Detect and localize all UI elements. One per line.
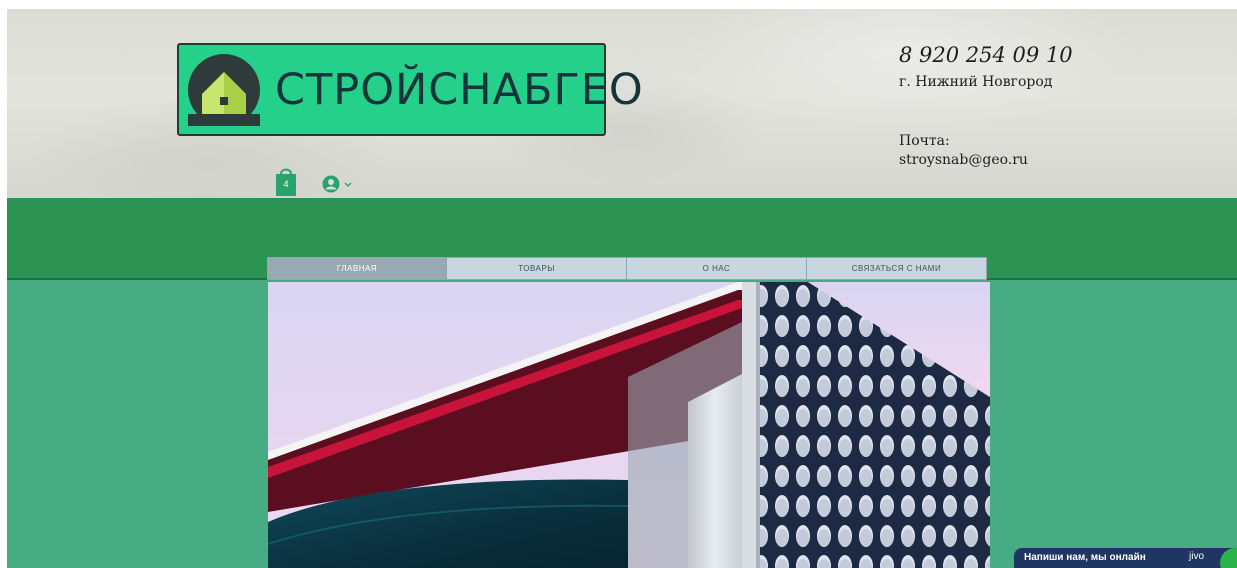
logo-text: СТРОЙСНАБГЕО — [275, 65, 644, 115]
email-address[interactable]: stroysnab@geo.ru — [899, 152, 1028, 168]
chat-widget-text: Напиши нам, мы онлайн — [1024, 552, 1146, 563]
chat-status-icon — [1220, 548, 1237, 568]
chevron-down-icon — [344, 182, 352, 187]
hero-image — [268, 282, 990, 568]
phone-number: 8 920 254 09 10 — [899, 43, 1073, 67]
house-logo-icon — [188, 54, 260, 126]
user-avatar-icon — [322, 175, 340, 193]
chat-widget-brand: jivo — [1189, 551, 1205, 562]
nav-item-contact[interactable]: СВЯЗАТЬСЯ С НАМИ — [807, 257, 987, 280]
page: СТРОЙСНАБГЕО 4 8 920 254 09 10 г. Нижний… — [7, 9, 1237, 568]
cart-count-badge: 4 — [283, 179, 289, 189]
email-label: Почта: — [899, 133, 950, 149]
nav-item-products[interactable]: ТОВАРЫ — [447, 257, 627, 280]
user-menu-button[interactable] — [322, 175, 366, 193]
nav-item-home[interactable]: ГЛАВНАЯ — [267, 257, 447, 280]
nav-item-about[interactable]: О НАС — [627, 257, 807, 280]
site-logo[interactable]: СТРОЙСНАБГЕО — [177, 43, 643, 136]
site-header: СТРОЙСНАБГЕО 4 8 920 254 09 10 г. Нижний… — [7, 9, 1237, 198]
city-label: г. Нижний Новгород — [899, 74, 1053, 90]
cart-button[interactable]: 4 — [275, 165, 297, 197]
main-nav: ГЛАВНАЯ ТОВАРЫ О НАС СВЯЗАТЬСЯ С НАМИ — [267, 257, 987, 280]
chat-widget[interactable]: Напиши нам, мы онлайн jivo — [1014, 548, 1237, 568]
